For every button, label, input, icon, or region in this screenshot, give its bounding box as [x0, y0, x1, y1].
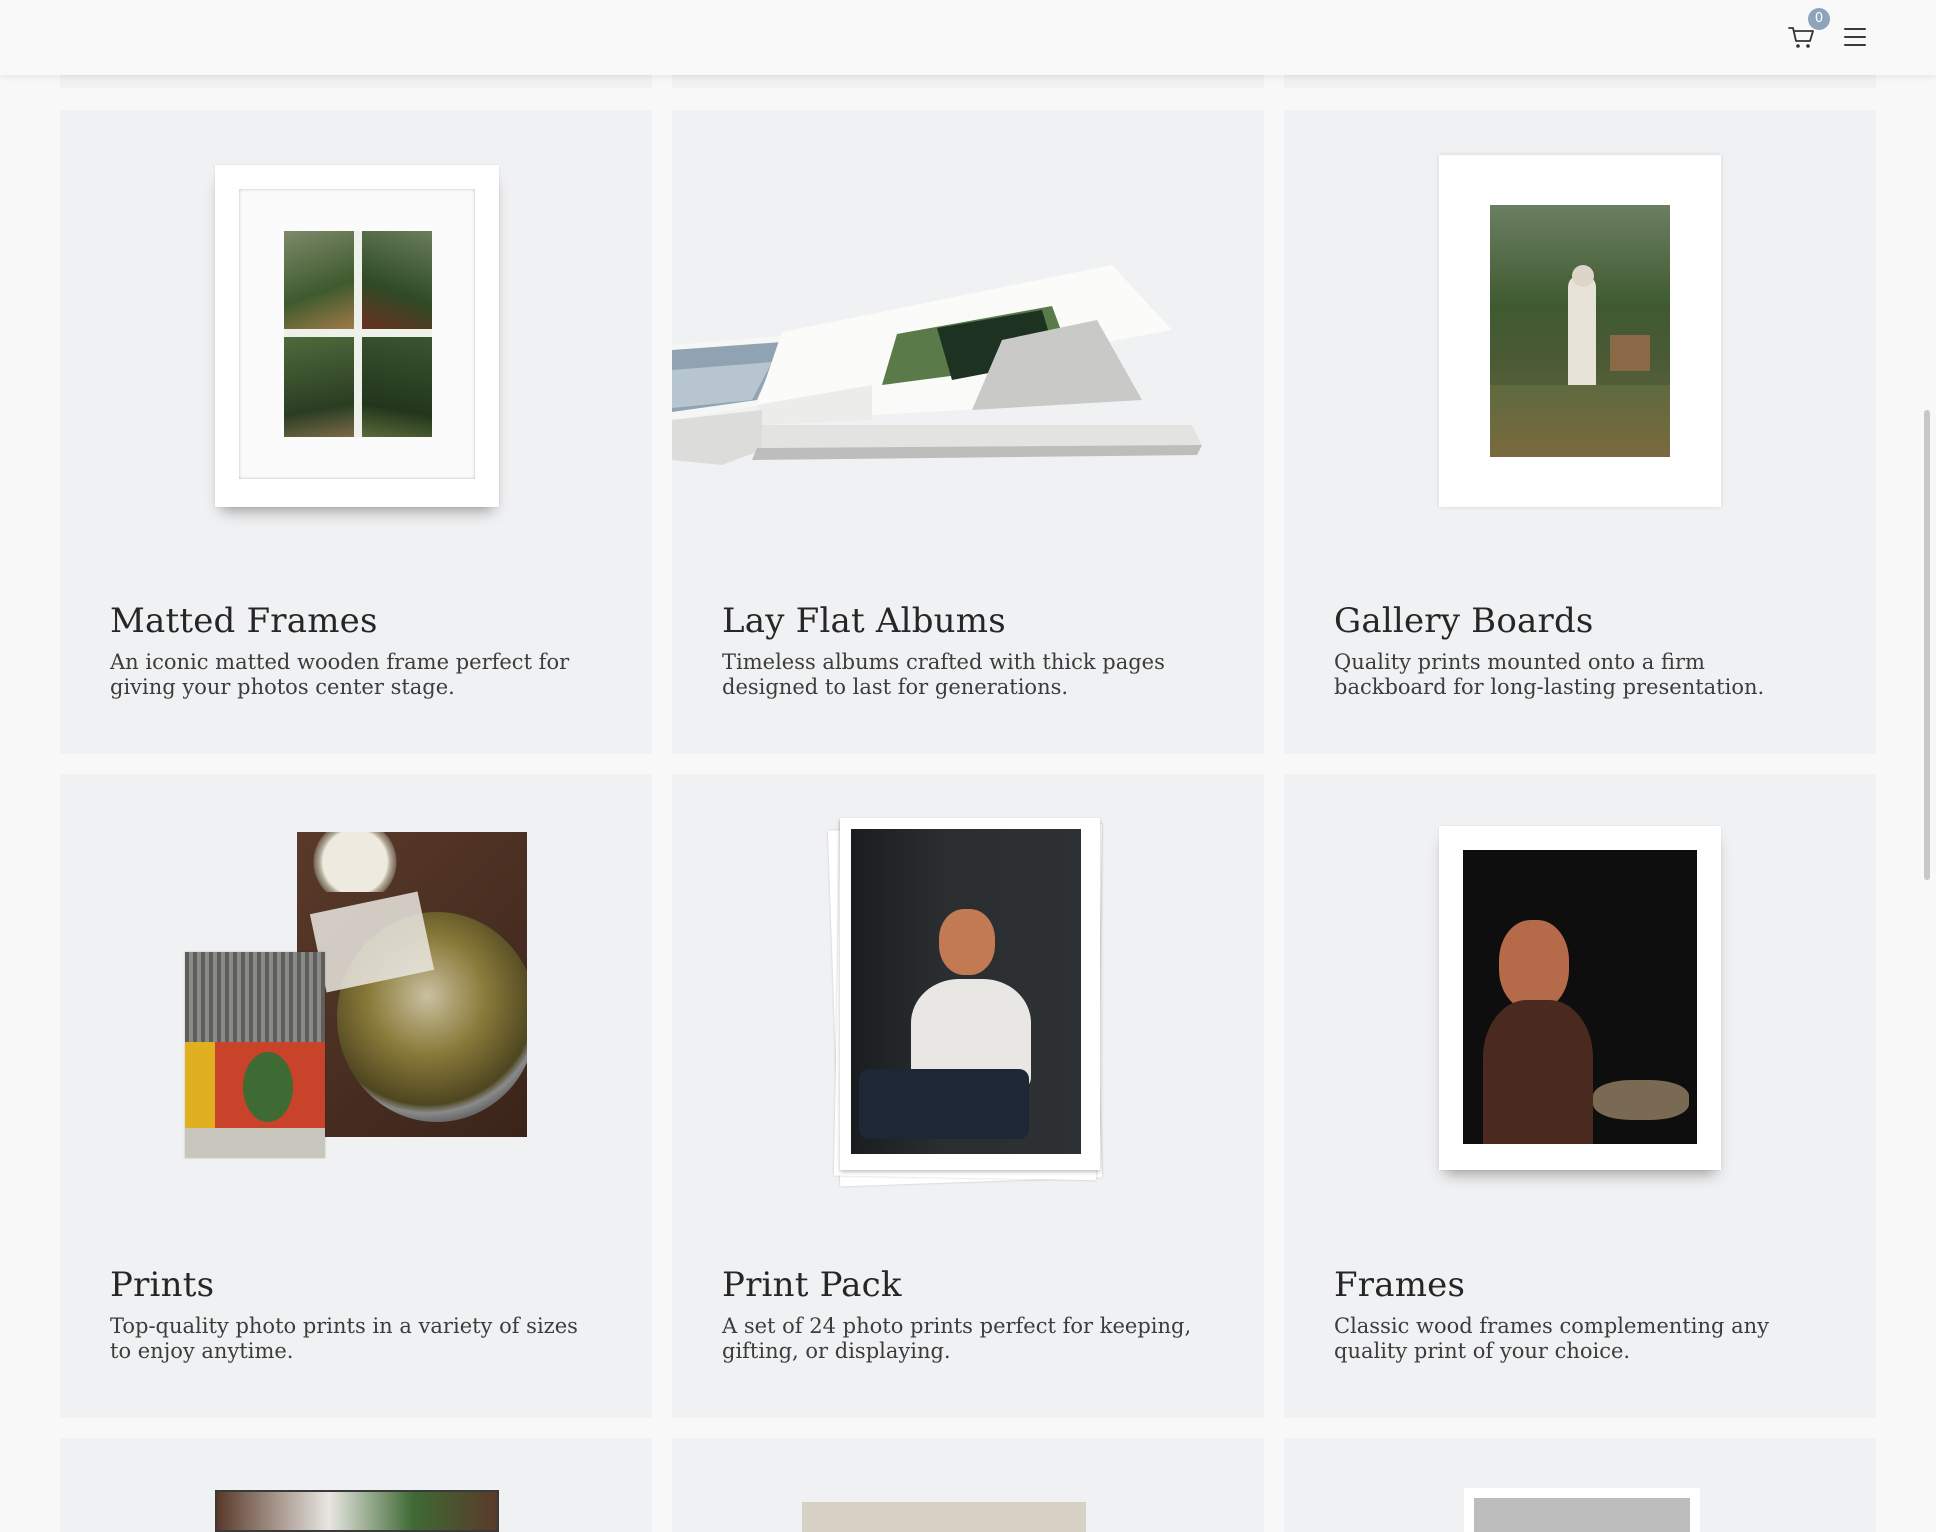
red-house-photo — [185, 952, 325, 1158]
soup-pot-photo — [297, 832, 527, 1137]
product-description: Timeless albums crafted with thick pages… — [722, 650, 1165, 699]
product-title: Frames — [1334, 1265, 1466, 1305]
product-card-prints[interactable]: Prints Top-quality photo prints in a var… — [60, 774, 652, 1418]
matted-frame-image — [215, 165, 499, 507]
product-description: A set of 24 photo prints perfect for kee… — [722, 1314, 1192, 1363]
product-card-frames[interactable]: Frames Classic wood frames complementing… — [1284, 774, 1876, 1418]
cart-count-badge: 0 — [1808, 8, 1830, 30]
product-title: Matted Frames — [110, 601, 378, 641]
product-title: Print Pack — [722, 1265, 902, 1305]
beekeeper-photo — [1490, 205, 1670, 457]
product-card-lay-flat-albums[interactable]: Lay Flat Albums Timeless albums crafted … — [672, 110, 1264, 754]
print-stack-front — [840, 818, 1100, 1170]
frame-image — [1439, 826, 1721, 1170]
page-scrollbar[interactable] — [1924, 410, 1930, 880]
product-card-gallery-boards[interactable]: Gallery Boards Quality prints mounted on… — [1284, 110, 1876, 754]
product-image-partial — [802, 1502, 1086, 1532]
product-card-partial[interactable] — [60, 1438, 652, 1532]
product-image-partial — [1464, 1488, 1700, 1532]
hamburger-line — [1844, 44, 1866, 46]
product-image-partial — [215, 1490, 499, 1532]
product-description: Quality prints mounted onto a firm backb… — [1334, 650, 1765, 699]
menu-button[interactable] — [1842, 24, 1870, 50]
window-photo — [284, 231, 432, 437]
product-description: Top-quality photo prints in a variety of… — [110, 1314, 578, 1363]
product-title: Prints — [110, 1265, 215, 1305]
product-card-matted-frames[interactable]: Matted Frames An iconic matted wooden fr… — [60, 110, 652, 754]
hamburger-line — [1844, 36, 1866, 38]
product-description: An iconic matted wooden frame perfect fo… — [110, 650, 570, 699]
site-header: 0 — [0, 0, 1936, 75]
product-title: Gallery Boards — [1334, 601, 1594, 641]
cart-button[interactable]: 0 — [1786, 8, 1830, 54]
woman-carrot-photo — [1463, 850, 1697, 1144]
product-card-partial[interactable] — [1284, 1438, 1876, 1532]
album-image — [672, 265, 1202, 465]
bearded-man-photo — [851, 829, 1081, 1154]
product-title: Lay Flat Albums — [722, 601, 1006, 641]
product-card-partial[interactable] — [672, 1438, 1264, 1532]
hamburger-menu-icon — [1844, 28, 1866, 30]
product-description: Classic wood frames complementing any qu… — [1334, 1314, 1769, 1363]
gallery-board-image — [1439, 155, 1721, 507]
product-card-print-pack[interactable]: Print Pack A set of 24 photo prints perf… — [672, 774, 1264, 1418]
